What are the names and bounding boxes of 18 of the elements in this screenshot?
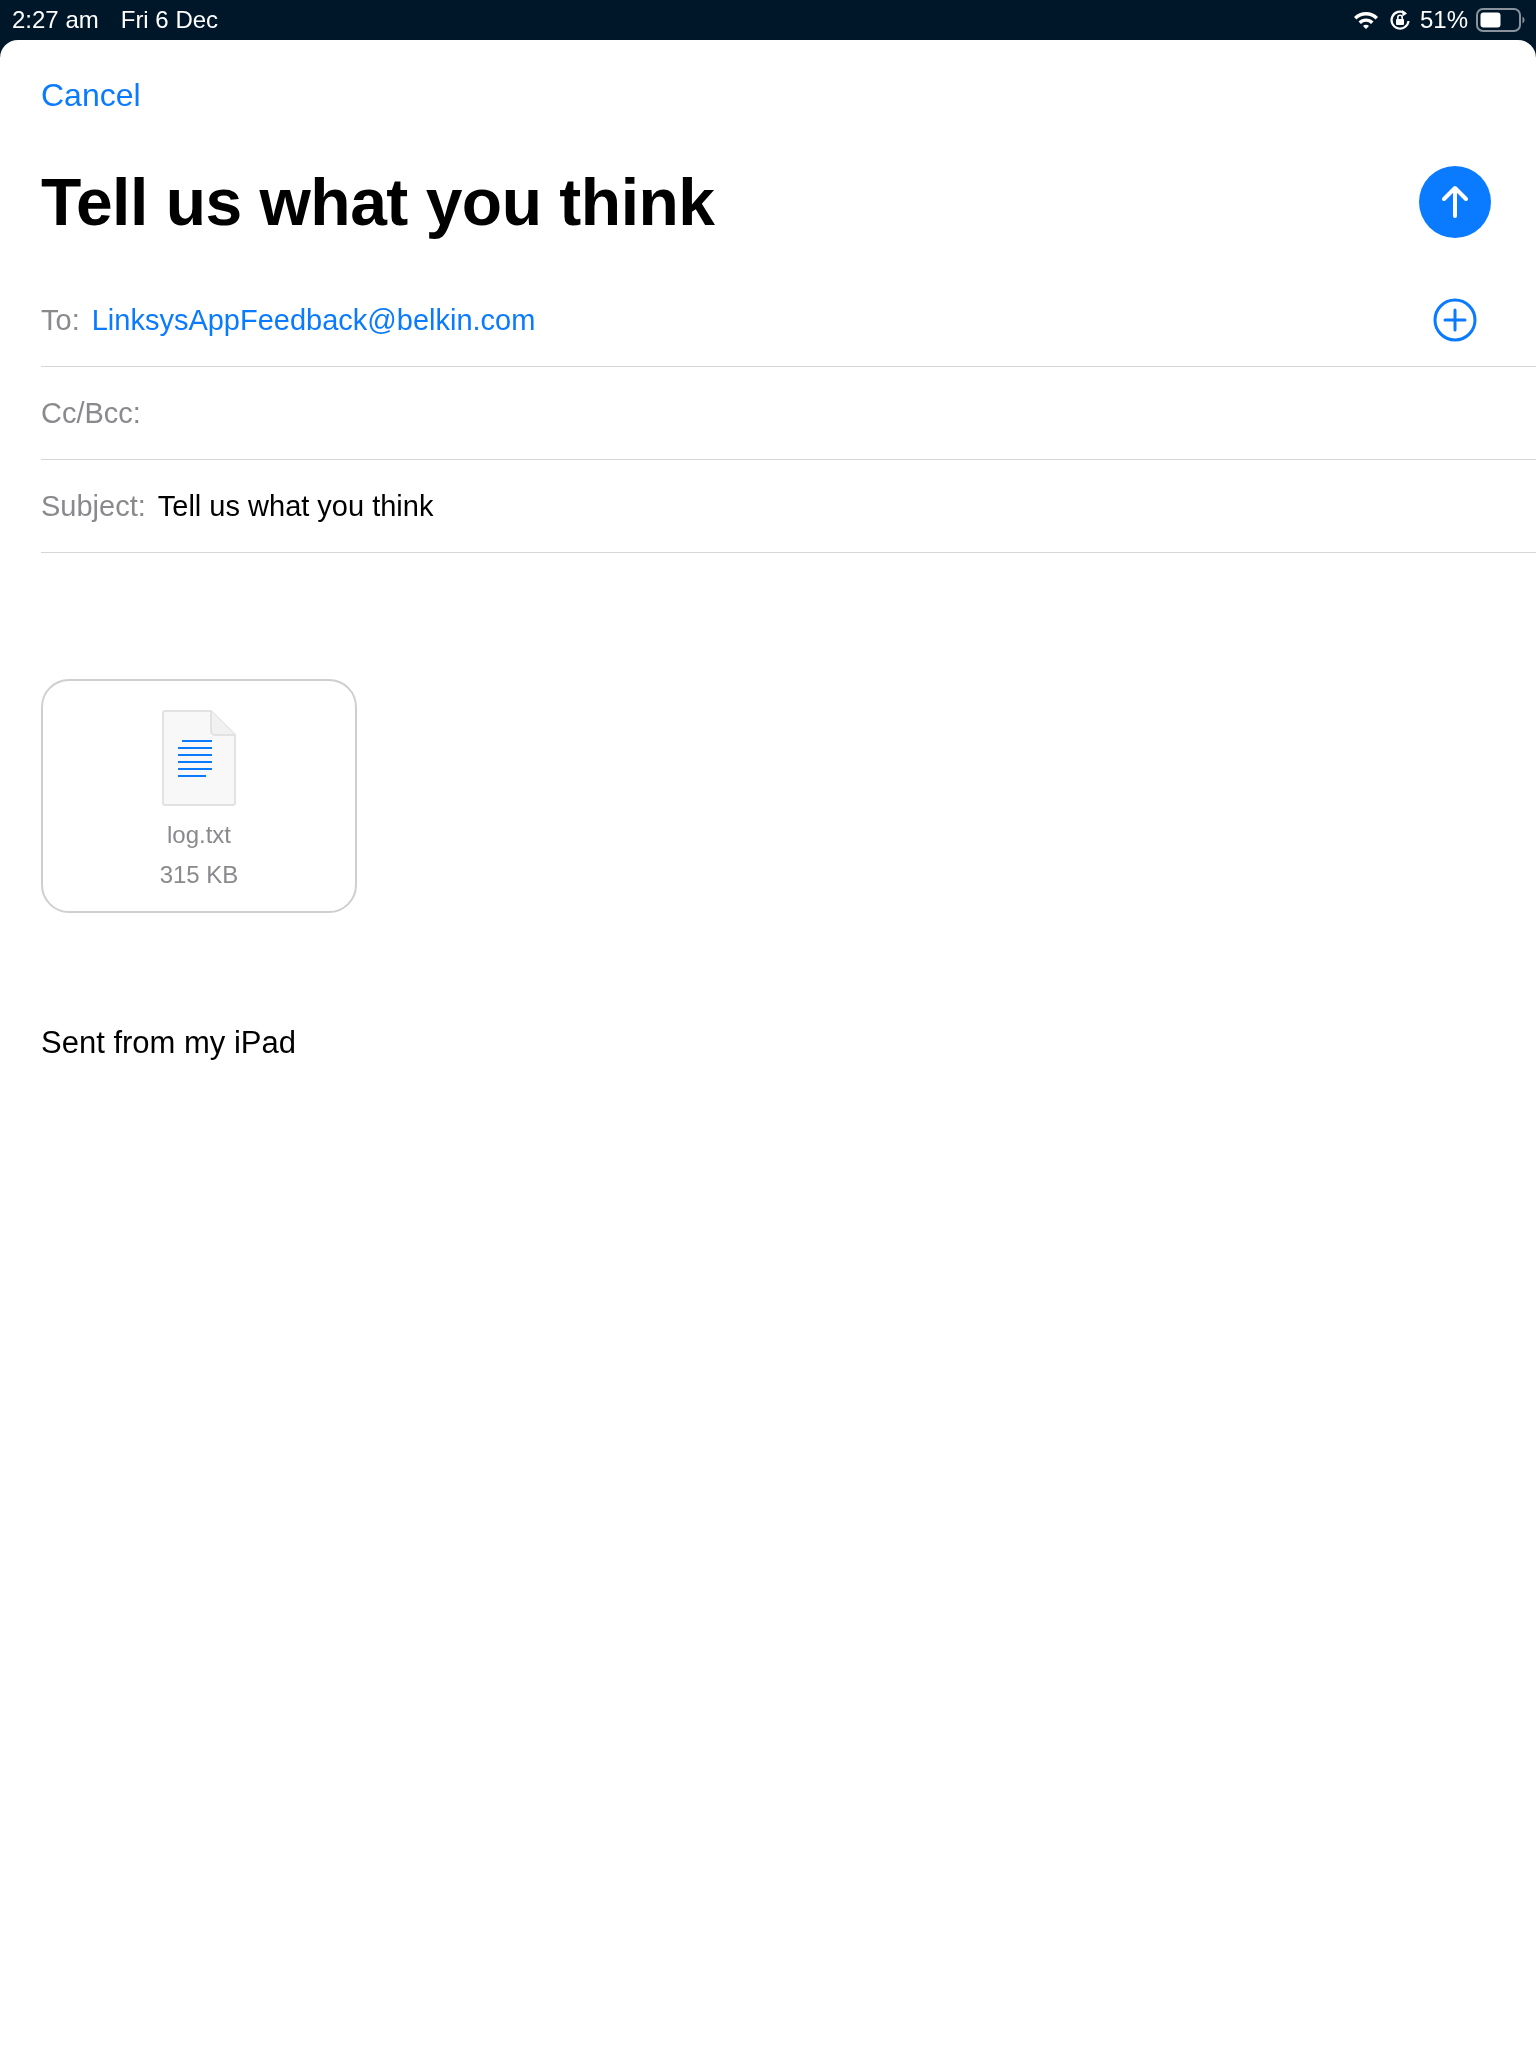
cancel-button[interactable]: Cancel	[41, 77, 141, 114]
field-label: To:	[41, 303, 80, 337]
field-label: Cc/Bcc:	[41, 396, 141, 430]
attachment-size: 315 KB	[159, 861, 239, 889]
subject-field[interactable]: Tell us what you think	[157, 489, 434, 523]
date: Fri 6 Dec	[120, 6, 219, 34]
attachment-name: log.txt	[167, 821, 231, 849]
field-label: Subject:	[41, 489, 146, 523]
battery-icon	[1476, 8, 1526, 32]
clock: 2:27 am	[12, 6, 99, 34]
text-file-icon	[161, 709, 237, 807]
add-contact-icon[interactable]	[1432, 297, 1478, 343]
recipient-address[interactable]: LinksysAppFeedback@belkin.com	[91, 303, 536, 337]
attachment-card[interactable]: log.txt 315 KB	[41, 679, 357, 913]
compose-title: Tell us what you think	[41, 164, 715, 240]
signature-text: Sent from my iPad	[41, 1025, 297, 1061]
battery-percentage: 51%	[1419, 6, 1468, 34]
rotation-lock-icon	[1387, 8, 1412, 32]
